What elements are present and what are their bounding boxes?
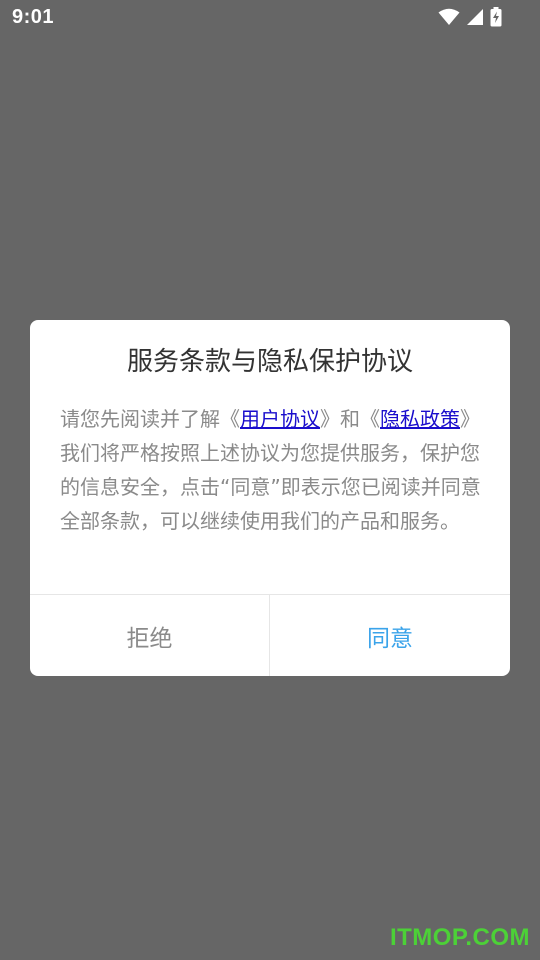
body-text-1: 请您先阅读并了解《: [60, 407, 240, 431]
agree-button[interactable]: 同意: [270, 595, 510, 676]
privacy-dialog: 服务条款与隐私保护协议 请您先阅读并了解《用户协议》和《隐私政策》我们将严格按照…: [30, 320, 510, 676]
watermark: ITMOP.COM: [389, 924, 530, 951]
cell-signal-icon: [466, 8, 484, 26]
status-bar: 9:01: [0, 0, 540, 36]
dialog-body: 请您先阅读并了解《用户协议》和《隐私政策》我们将严格按照上述协议为您提供服务，保…: [60, 402, 486, 538]
body-text-2: 》和《: [320, 407, 380, 431]
dialog-title: 服务条款与隐私保护协议: [126, 347, 413, 377]
privacy-policy-link[interactable]: 隐私政策: [380, 407, 460, 431]
battery-charging-icon: [490, 7, 502, 27]
wifi-icon: [438, 8, 460, 26]
status-icons: [438, 7, 502, 27]
reject-button[interactable]: 拒绝: [30, 595, 269, 676]
user-agreement-link[interactable]: 用户协议: [240, 407, 320, 431]
status-time: 9:01: [12, 6, 55, 28]
